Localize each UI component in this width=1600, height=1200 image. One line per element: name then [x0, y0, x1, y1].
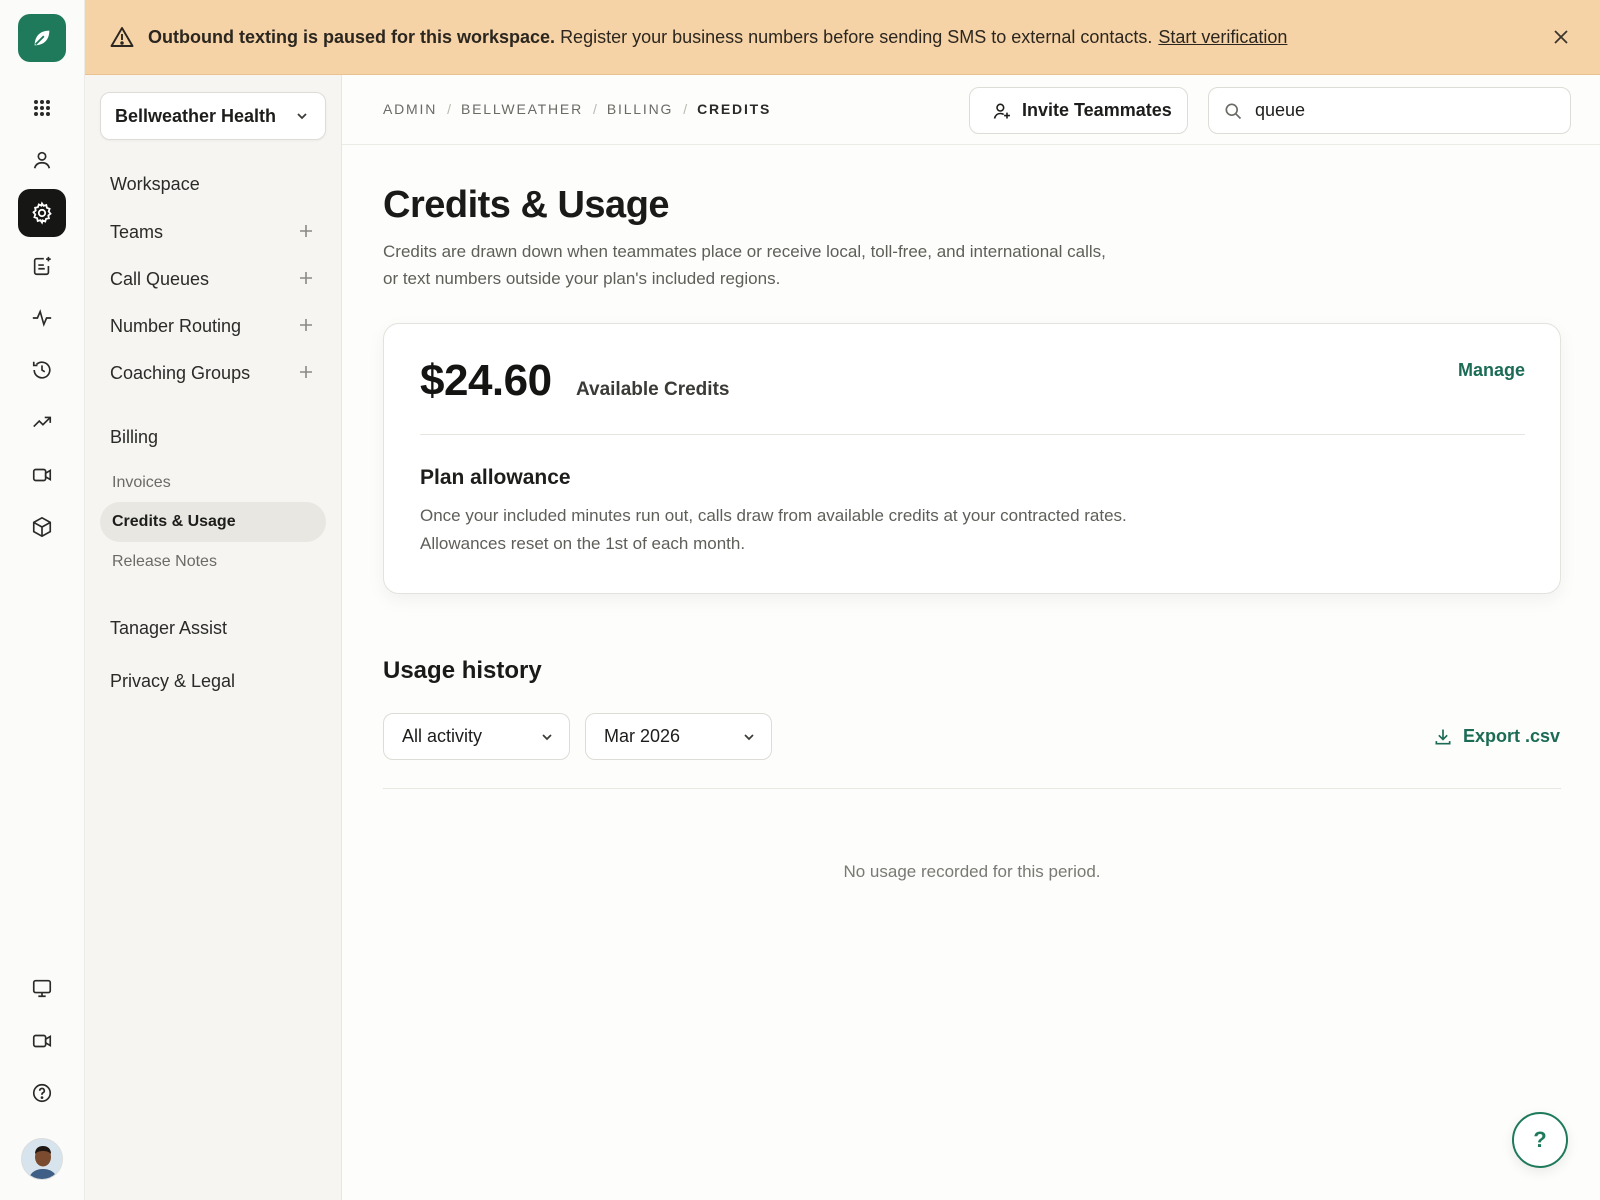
- top-bar: ADMIN / BELLWEATHER / BILLING / CREDITS …: [342, 75, 1600, 145]
- trend-up-icon[interactable]: [18, 398, 66, 446]
- invite-teammates-button[interactable]: Invite Teammates: [969, 87, 1188, 134]
- export-csv-label: Export .csv: [1462, 726, 1560, 746]
- card-divider: [420, 434, 1525, 435]
- plan-allowance-description: Once your included minutes run out, call…: [420, 506, 1127, 553]
- workspace-name: Bellweather Health: [115, 105, 277, 126]
- monitor-icon[interactable]: [18, 964, 66, 1012]
- box-icon[interactable]: [18, 503, 66, 551]
- manage-credits-link[interactable]: Manage: [1458, 360, 1525, 381]
- period-filter-select[interactable]: Mar 2026: [585, 713, 772, 760]
- texting-paused-banner: Outbound texting is paused for this work…: [85, 0, 1600, 75]
- banner-title: Outbound texting is paused for this work…: [148, 26, 556, 47]
- breadcrumb: ADMIN / BELLWEATHER / BILLING / CREDITS: [383, 101, 771, 117]
- warning-triangle-icon: [110, 26, 134, 48]
- workspace-select[interactable]: Bellweather Health: [100, 92, 326, 140]
- person-icon[interactable]: [18, 136, 66, 184]
- add-call-queue-icon[interactable]: [298, 270, 314, 286]
- banner-message: Register your business numbers before se…: [560, 26, 1153, 47]
- icon-rail: [0, 0, 85, 1200]
- start-verification-link[interactable]: Start verification: [1158, 27, 1287, 48]
- search-box[interactable]: [1208, 87, 1571, 134]
- chevron-down-icon: [743, 731, 755, 743]
- gear-icon[interactable]: [18, 189, 66, 237]
- breadcrumb-billing[interactable]: BILLING: [607, 101, 673, 117]
- activity-filter-select[interactable]: All activity: [383, 713, 570, 760]
- activity-pulse-icon[interactable]: [18, 294, 66, 342]
- add-team-icon[interactable]: [298, 223, 314, 239]
- history-icon[interactable]: [18, 346, 66, 394]
- close-icon[interactable]: [1550, 26, 1572, 48]
- help-button[interactable]: ?: [1512, 1112, 1568, 1168]
- breadcrumb-separator: /: [593, 101, 597, 117]
- chevron-down-icon: [295, 109, 309, 123]
- period-filter-value: Mar 2026: [604, 726, 681, 746]
- usage-divider: [383, 788, 1561, 789]
- help-circle-icon[interactable]: [18, 1069, 66, 1117]
- invite-teammates-label: Invite Teammates: [1022, 100, 1172, 120]
- chevron-down-icon: [541, 731, 553, 743]
- sidebar-item-privacy-legal[interactable]: Privacy & Legal: [110, 671, 235, 692]
- sidebar-item-billing[interactable]: Billing: [110, 427, 158, 448]
- leaf-logo-icon[interactable]: [18, 14, 66, 62]
- video-camera-icon[interactable]: [18, 1017, 66, 1065]
- search-icon: [1223, 101, 1243, 121]
- plan-allowance-title: Plan allowance: [420, 466, 571, 489]
- add-person-icon: [992, 101, 1022, 121]
- breadcrumb-admin[interactable]: ADMIN: [383, 101, 437, 117]
- page-description: Credits are drawn down when teammates pl…: [383, 242, 1106, 288]
- sidebar-item-invoices[interactable]: Invoices: [112, 474, 171, 492]
- breadcrumb-separator: /: [683, 101, 688, 117]
- breadcrumb-separator: /: [447, 101, 452, 117]
- credits-card: $24.60 Available Credits Manage Plan all…: [383, 323, 1561, 594]
- empty-state-message: No usage recorded for this period.: [843, 862, 1101, 881]
- settings-sidebar: Bellweather Health Workspace Teams Call …: [85, 75, 342, 1200]
- sidebar-item-release-notes[interactable]: Release Notes: [112, 553, 217, 571]
- sidebar-item-coaching-groups[interactable]: Coaching Groups: [110, 363, 250, 384]
- note-edit-icon[interactable]: [18, 242, 66, 290]
- sidebar-item-workspace[interactable]: Workspace: [110, 174, 200, 195]
- sidebar-item-number-routing[interactable]: Number Routing: [110, 316, 241, 337]
- sidebar-item-call-queues[interactable]: Call Queues: [110, 269, 209, 290]
- add-coaching-group-icon[interactable]: [298, 364, 314, 380]
- download-icon: [1433, 727, 1463, 747]
- add-number-routing-icon[interactable]: [298, 317, 314, 333]
- activity-filter-value: All activity: [402, 726, 483, 746]
- credits-amount: $24.60: [420, 356, 552, 405]
- video-camera-icon[interactable]: [18, 451, 66, 499]
- apps-grid-icon[interactable]: [18, 84, 66, 132]
- search-input[interactable]: [1255, 100, 1555, 121]
- export-csv-button[interactable]: Export .csv: [1433, 726, 1560, 747]
- sidebar-item-tanager-assist[interactable]: Tanager Assist: [110, 618, 227, 639]
- breadcrumb-credits: CREDITS: [697, 101, 772, 117]
- credits-label: Available Credits: [576, 379, 730, 400]
- user-avatar[interactable]: [21, 1138, 63, 1180]
- breadcrumb-bellweather[interactable]: BELLWEATHER: [461, 101, 583, 117]
- sidebar-item-credits-usage[interactable]: Credits & Usage: [100, 502, 326, 542]
- sidebar-item-teams[interactable]: Teams: [110, 222, 163, 243]
- page-title: Credits & Usage: [383, 184, 670, 226]
- usage-history-title: Usage history: [383, 657, 542, 684]
